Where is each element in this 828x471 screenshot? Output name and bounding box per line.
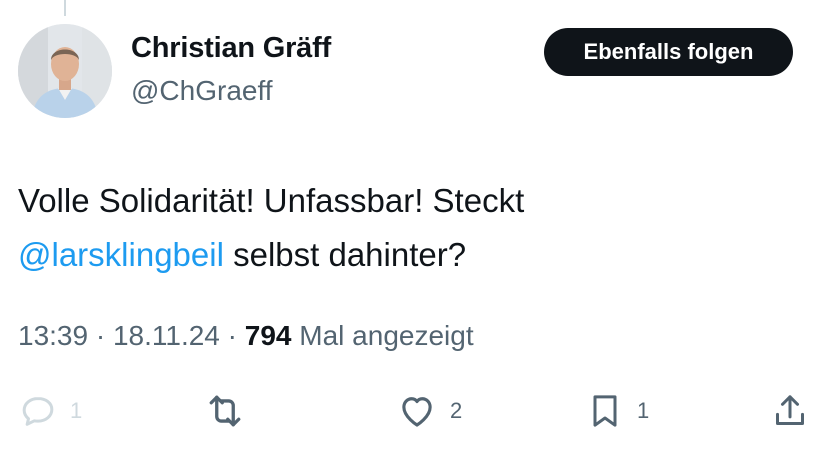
bookmark-icon — [585, 389, 625, 433]
tweet-text-rest: selbst dahinter? — [223, 236, 467, 273]
reply-icon — [18, 391, 58, 431]
tweet-date[interactable]: 18.11.24 — [113, 320, 220, 351]
author-handle[interactable]: @ChGraeff — [131, 75, 273, 107]
like-button[interactable]: 2 — [396, 386, 462, 436]
thread-line — [64, 0, 66, 16]
bookmark-count: 1 — [637, 398, 650, 423]
meta-separator: · — [227, 320, 237, 351]
retweet-icon — [203, 389, 247, 433]
view-label: Mal angezeigt — [299, 320, 474, 351]
avatar[interactable] — [18, 24, 112, 118]
tweet-time[interactable]: 13:39 — [18, 320, 88, 351]
tweet-meta: 13:39 · 18.11.24 · 794 Mal angezeigt — [18, 320, 474, 352]
view-count: 794 — [244, 320, 292, 351]
follow-button[interactable]: Ebenfalls folgen — [544, 28, 793, 76]
retweet-button[interactable] — [203, 386, 259, 436]
meta-separator: · — [95, 320, 106, 351]
tweet-text-line1: Volle Solidarität! Unfassbar! Steckt — [18, 182, 525, 219]
like-count: 2 — [450, 398, 463, 423]
share-button[interactable] — [770, 386, 810, 436]
action-bar: 1 2 1 — [0, 386, 828, 436]
mention-link[interactable]: @larsklingbeil — [18, 236, 224, 273]
tweet-text: Volle Solidarität! Unfassbar! Steckt @la… — [18, 174, 778, 282]
reply-button[interactable]: 1 — [18, 386, 82, 436]
author-name[interactable]: Christian Gräff — [131, 32, 331, 65]
bookmark-button[interactable]: 1 — [585, 386, 649, 436]
share-icon — [770, 391, 810, 431]
reply-count: 1 — [70, 398, 83, 423]
heart-icon — [396, 390, 438, 432]
